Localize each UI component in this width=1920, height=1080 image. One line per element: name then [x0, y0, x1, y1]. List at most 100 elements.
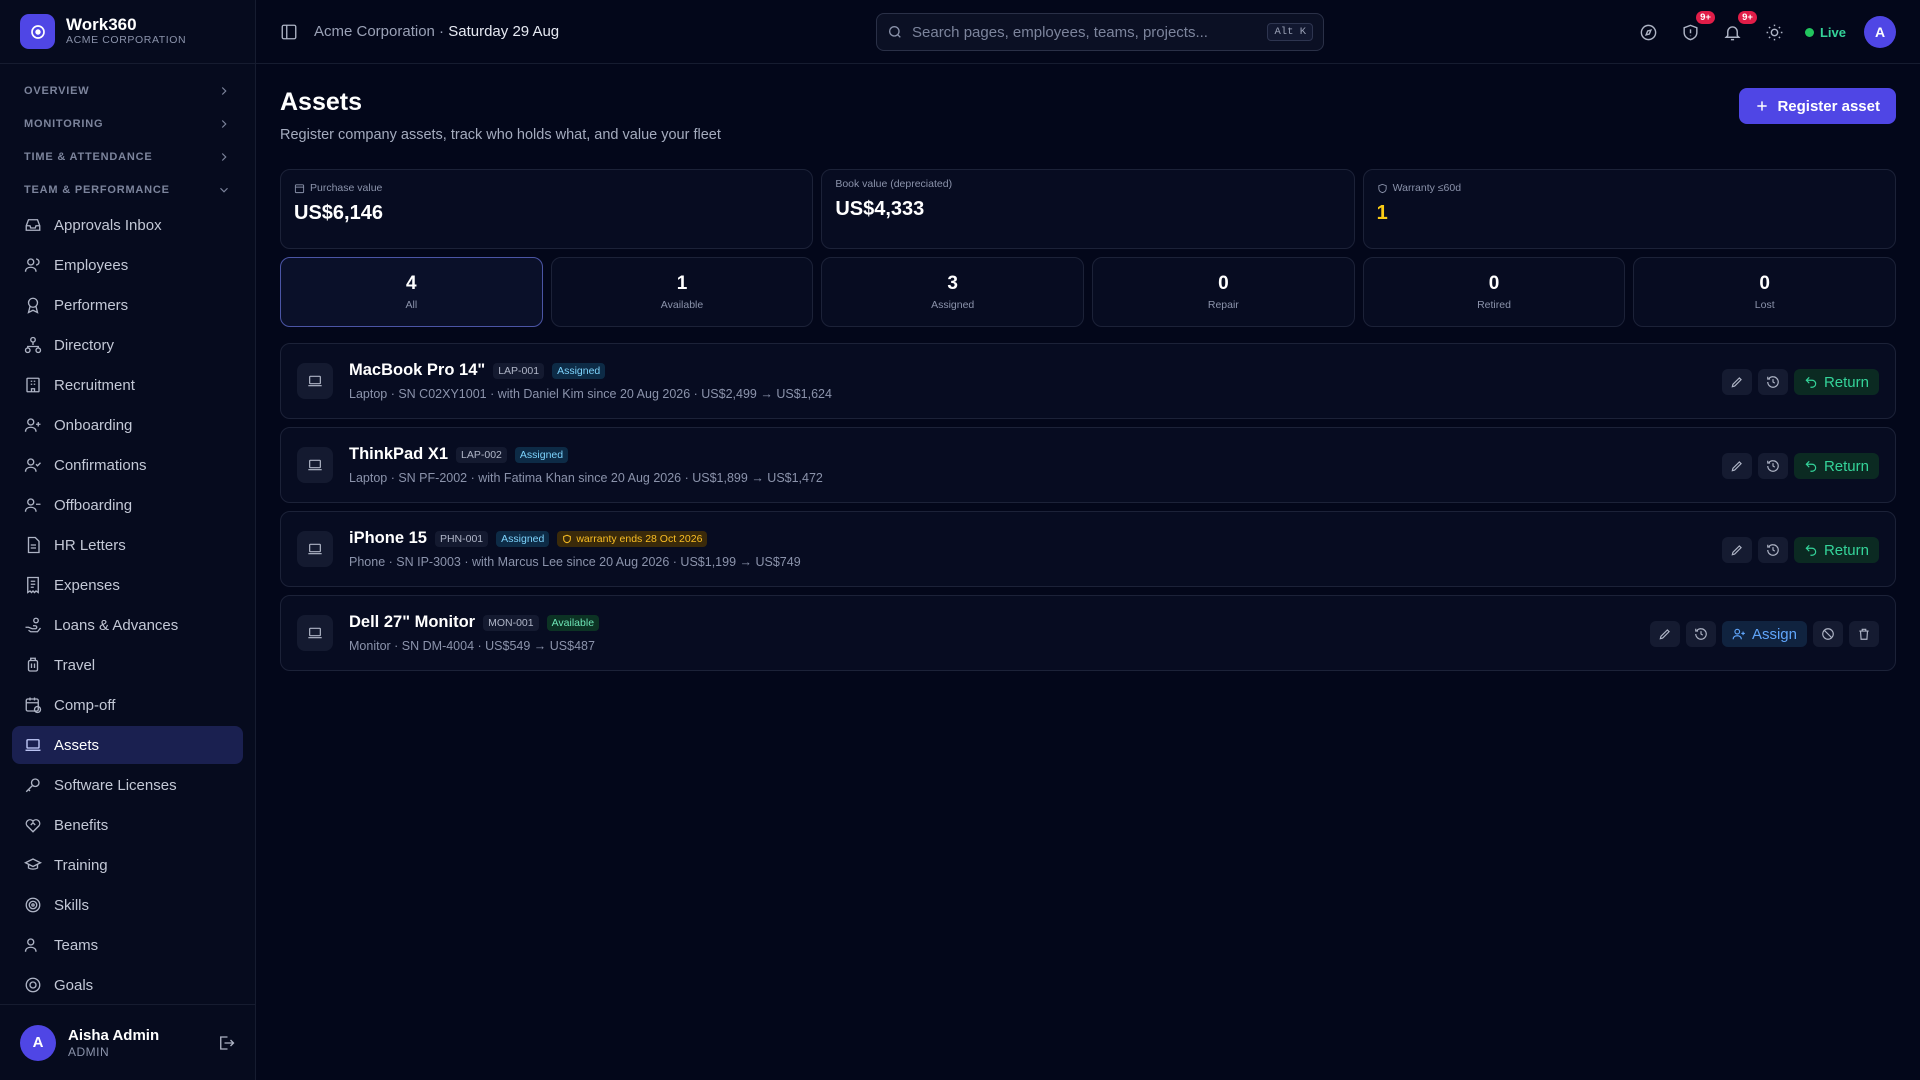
main: Acme Corporation · Saturday 29 Aug Alt K… — [256, 0, 1920, 1080]
trash-icon — [1859, 628, 1869, 640]
asset-row[interactable]: iPhone 15 PHN-001 Assigned warranty ends… — [280, 511, 1896, 587]
stat-value: US$4,333 — [835, 198, 925, 220]
sidebar-item-teams[interactable]: Teams — [12, 926, 243, 964]
sidebar-item-comp-off[interactable]: Comp-off — [12, 686, 243, 724]
sidebar-item-benefits[interactable]: Benefits — [12, 806, 243, 844]
filter-count: 0 — [1488, 273, 1500, 294]
edit-button[interactable] — [1649, 621, 1680, 647]
stat-book-value: Book value (depreciated) US$4,333 — [821, 169, 1355, 249]
asset-row[interactable]: ThinkPad X1 LAP-002 Assigned Laptop · SN… — [280, 427, 1896, 503]
edit-button[interactable] — [1721, 369, 1752, 395]
retire-button[interactable] — [1813, 621, 1843, 647]
return-button[interactable]: Return — [1793, 453, 1879, 479]
breadcrumb-date: Saturday 29 Aug — [448, 23, 560, 40]
compass-icon — [1641, 24, 1657, 40]
sidebar-item-employees[interactable]: Employees — [12, 246, 243, 284]
asset-meta: Phone · SN IP-3003 · with Marcus Lee sin… — [349, 555, 801, 569]
register-asset-button[interactable]: Register asset — [1739, 88, 1896, 124]
sidebar-item-goals[interactable]: Goals — [12, 966, 243, 1004]
history-icon — [1767, 460, 1779, 472]
account-avatar[interactable]: A — [1864, 16, 1896, 48]
asset-row[interactable]: Dell 27" Monitor MON-001 Available Monit… — [280, 595, 1896, 671]
brand[interactable]: Work360 ACME CORPORATION — [0, 0, 255, 64]
history-button[interactable] — [1757, 369, 1788, 395]
history-icon — [1767, 376, 1779, 388]
filter-lost[interactable]: 0 Lost — [1633, 257, 1897, 327]
compass-button[interactable] — [1637, 20, 1661, 44]
asset-row[interactable]: MacBook Pro 14" LAP-001 Assigned Laptop … — [280, 343, 1896, 419]
edit-button[interactable] — [1721, 453, 1752, 479]
assign-button[interactable]: Assign — [1721, 621, 1807, 647]
status-badge: Assigned — [552, 362, 606, 379]
history-button[interactable] — [1685, 621, 1716, 647]
heart-handshake-icon — [25, 819, 41, 833]
status-badge: Assigned — [496, 530, 550, 547]
nav-group-time-attendance[interactable]: TIME & ATTENDANCE — [12, 140, 243, 173]
nav-group-overview[interactable]: OVERVIEW — [12, 74, 243, 107]
return-button[interactable]: Return — [1793, 537, 1879, 563]
sidebar-item-hr-letters[interactable]: HR Letters — [12, 526, 243, 564]
sidebar-item-confirmations[interactable]: Confirmations — [12, 446, 243, 484]
filter-assigned[interactable]: 3 Assigned — [821, 257, 1085, 327]
sidebar-item-assets[interactable]: Assets — [12, 726, 243, 764]
sidebar-item-skills[interactable]: Skills — [12, 886, 243, 924]
user-profile[interactable]: A Aisha Admin ADMIN — [0, 1004, 255, 1080]
avatar: A — [20, 1024, 56, 1061]
sidebar-item-approvals-inbox[interactable]: Approvals Inbox — [12, 206, 243, 244]
history-button[interactable] — [1757, 453, 1788, 479]
filter-label: Repair — [1207, 299, 1239, 311]
sidebar-item-expenses[interactable]: Expenses — [12, 566, 243, 604]
sidebar-item-label: Directory — [54, 336, 115, 354]
sidebar-item-label: Software Licenses — [54, 776, 177, 794]
search-input[interactable] — [912, 23, 1259, 41]
stat-label: Book value (depreciated) — [835, 178, 953, 190]
sidebar-item-offboarding[interactable]: Offboarding — [12, 486, 243, 524]
return-button[interactable]: Return — [1793, 369, 1879, 395]
search-box[interactable]: Alt K — [876, 13, 1324, 51]
filter-retired[interactable]: 0 Retired — [1362, 257, 1626, 327]
approvals-button[interactable]: 9+ — [1679, 11, 1715, 44]
search-shortcut: Alt K — [1267, 23, 1313, 41]
shield-icon — [563, 534, 572, 543]
inbox-icon — [25, 219, 41, 231]
brand-org: ACME CORPORATION — [66, 34, 187, 46]
live-dot-icon — [1804, 27, 1814, 37]
edit-button[interactable] — [1721, 537, 1752, 563]
user-role: ADMIN — [68, 1044, 110, 1059]
history-button[interactable] — [1757, 537, 1788, 563]
sidebar-item-directory[interactable]: Directory — [12, 326, 243, 364]
sidebar-item-travel[interactable]: Travel — [12, 646, 243, 684]
theme-toggle-button[interactable] — [1763, 20, 1787, 44]
sidebar-item-performers[interactable]: Performers — [12, 286, 243, 324]
stat-value: 1 — [1376, 202, 1388, 224]
nav-group-label: TEAM & PERFORMANCE — [24, 183, 170, 196]
sidebar-item-label: Training — [54, 856, 108, 874]
nav-group-monitoring[interactable]: MONITORING — [12, 107, 243, 140]
sidebar-item-label: Skills — [54, 896, 90, 914]
sitemap-icon — [24, 336, 42, 354]
sidebar-item-training[interactable]: Training — [12, 846, 243, 884]
filter-repair[interactable]: 0 Repair — [1092, 257, 1355, 327]
sidebar-item-onboarding[interactable]: Onboarding — [12, 406, 243, 444]
nav-group-team-performance[interactable]: TEAM & PERFORMANCE — [12, 173, 243, 206]
sidebar-item-loans-advances[interactable]: Loans & Advances — [12, 606, 243, 644]
filter-available[interactable]: 1 Available — [550, 257, 814, 327]
sidebar-item-label: Goals — [54, 976, 94, 994]
chevron-down-icon — [220, 187, 228, 193]
graduation-cap-icon — [24, 858, 42, 870]
notifications-button[interactable]: 9+ — [1721, 11, 1757, 44]
sidebar-item-label: Recruitment — [54, 376, 135, 394]
sidebar-item-software-licenses[interactable]: Software Licenses — [12, 766, 243, 804]
filter-count: 1 — [676, 273, 688, 294]
stat-value: US$6,146 — [294, 202, 383, 224]
filter-all[interactable]: 4 All — [280, 257, 543, 327]
delete-button[interactable] — [1849, 621, 1879, 647]
laptop-icon — [297, 363, 333, 399]
brand-logo — [20, 14, 55, 49]
sidebar-toggle-icon[interactable] — [280, 23, 298, 41]
return-label: Return — [1823, 541, 1869, 559]
filter-count: 4 — [406, 273, 417, 294]
logout-icon[interactable] — [217, 1034, 235, 1052]
sidebar-item-recruitment[interactable]: Recruitment — [12, 366, 243, 404]
receipt-icon — [27, 576, 39, 594]
